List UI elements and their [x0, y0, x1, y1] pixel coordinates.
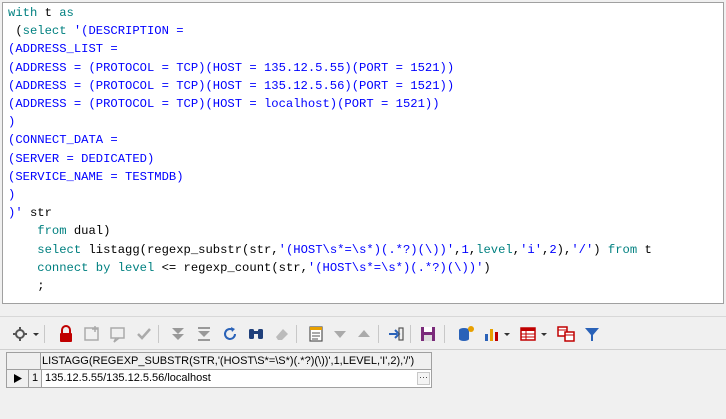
chart-icon[interactable]: [482, 324, 502, 344]
toolbar-separator: [158, 325, 159, 343]
table-view-icon[interactable]: [518, 324, 538, 344]
code-token: (: [8, 24, 23, 39]
code-line: (CONNECT_DATA =: [8, 131, 118, 149]
table-view-dropdown-icon[interactable]: [540, 327, 548, 341]
code-token: listagg(regexp_substr(str,: [81, 242, 279, 257]
grid-options-icon[interactable]: [10, 324, 30, 344]
code-line: (SERVER = DEDICATED): [8, 150, 154, 168]
grid-options-dropdown-icon[interactable]: [32, 327, 40, 341]
code-token: level: [476, 242, 513, 257]
compare-icon[interactable]: [556, 324, 576, 344]
current-row-indicator-icon: [7, 370, 29, 387]
save-icon[interactable]: [418, 324, 438, 344]
code-token: as: [59, 6, 74, 20]
code-token: (ADDRESS = (PROTOCOL = TCP)(HOST = 135.1…: [8, 78, 455, 93]
lock-icon[interactable]: [56, 324, 76, 344]
code-token: from: [607, 242, 638, 257]
row-number: 1: [29, 370, 42, 387]
code-line: (SERVICE_NAME = TESTMDB): [8, 168, 184, 186]
find-icon[interactable]: [246, 324, 266, 344]
code-token: t: [637, 242, 652, 257]
column-header[interactable]: LISTAGG(REGEXP_SUBSTR(STR,'(HOST\S*=\S*)…: [42, 354, 414, 369]
grid-header: LISTAGG(REGEXP_SUBSTR(STR,'(HOST\S*=\S*)…: [7, 353, 431, 370]
code-token: str: [22, 206, 52, 221]
table-row[interactable]: 1 135.12.5.55/135.12.5.56/localhost ···: [7, 370, 431, 387]
code-token: ): [483, 260, 491, 275]
chart-dropdown-icon[interactable]: [503, 327, 511, 341]
code-line: (ADDRESS = (PROTOCOL = TCP)(HOST = local…: [8, 95, 440, 113]
results-grid[interactable]: LISTAGG(REGEXP_SUBSTR(STR,'(HOST\S*=\S*)…: [6, 352, 432, 388]
results-toolbar: [0, 318, 726, 350]
code-token: '(HOST\s*=\s*)(.*?)(\))': [307, 260, 484, 275]
code-token: 2: [549, 242, 557, 257]
post-changes-icon[interactable]: [134, 324, 154, 344]
code-line: ): [8, 113, 15, 131]
cell-ellipsis-button[interactable]: ···: [417, 372, 430, 385]
code-token: (CONNECT_DATA =: [8, 133, 118, 148]
export-icon[interactable]: [386, 324, 406, 344]
result-cell[interactable]: 135.12.5.55/135.12.5.56/localhost: [43, 370, 417, 387]
filter-icon[interactable]: [582, 324, 602, 344]
code-token: t: [37, 6, 60, 20]
sql-editor[interactable]: with t as (select '(DESCRIPTION = (ADDRES…: [2, 2, 724, 304]
code-line: from dual): [8, 222, 110, 240]
clear-filter-icon[interactable]: [168, 324, 188, 344]
delete-record-icon[interactable]: [108, 324, 128, 344]
database-link-icon[interactable]: [456, 324, 476, 344]
code-token: (SERVER = DEDICATED): [8, 151, 155, 166]
code-line: (select '(DESCRIPTION =: [8, 22, 184, 40]
code-line: select listagg(regexp_substr(str,'(HOST\…: [8, 241, 652, 259]
code-token: '/': [571, 242, 594, 257]
code-line: ;: [8, 277, 45, 295]
query-by-example-icon[interactable]: [194, 324, 214, 344]
next-page-icon[interactable]: [330, 324, 350, 344]
code-token: select: [22, 24, 67, 39]
toolbar-separator: [444, 325, 445, 343]
toolbar-separator: [410, 325, 411, 343]
code-line: (ADDRESS = (PROTOCOL = TCP)(HOST = 135.1…: [8, 77, 454, 95]
code-token: )': [8, 206, 23, 221]
toolbar-separator: [44, 325, 45, 343]
code-token: ),: [556, 242, 572, 257]
code-token: '(DESCRIPTION =: [66, 24, 184, 39]
code-token: ): [8, 188, 16, 202]
code-token: ,: [512, 242, 521, 257]
code-token: with: [8, 6, 38, 20]
code-line: ): [8, 186, 15, 204]
toolbar-separator: [378, 325, 379, 343]
code-token: select: [37, 242, 82, 257]
code-token: ): [8, 115, 16, 130]
code-line: with t as: [8, 4, 74, 22]
code-token: '(HOST\s*=\s*)(.*?)(\))': [278, 242, 455, 257]
single-record-view-icon[interactable]: [306, 324, 326, 344]
code-line: (ADDRESS_LIST =: [8, 40, 118, 58]
code-line: connect by level <= regexp_count(str,'(H…: [8, 259, 491, 277]
code-token: (ADDRESS_LIST =: [8, 42, 118, 57]
eraser-icon[interactable]: [272, 324, 292, 344]
insert-record-icon[interactable]: [82, 324, 102, 344]
grid-corner-cell[interactable]: [7, 353, 41, 369]
code-token: (ADDRESS = (PROTOCOL = TCP)(HOST = local…: [8, 97, 440, 111]
toolbar-separator: [296, 325, 297, 343]
code-token: ;: [8, 279, 45, 293]
code-token: ,: [454, 242, 462, 257]
splitter-bar[interactable]: [0, 305, 726, 317]
code-line: )' str: [8, 204, 52, 222]
code-token: (SERVICE_NAME = TESTMDB): [8, 169, 184, 184]
code-token: connect by level: [37, 260, 155, 275]
code-line: (ADDRESS = (PROTOCOL = TCP)(HOST = 135.1…: [8, 59, 454, 77]
code-token: from: [37, 224, 67, 239]
code-token: 'i': [520, 242, 543, 257]
code-token: 1: [461, 242, 469, 257]
code-token: dual): [66, 224, 111, 239]
code-token: <= regexp_count(str,: [154, 260, 308, 275]
code-token: ): [593, 242, 608, 257]
previous-page-icon[interactable]: [354, 324, 374, 344]
refresh-icon[interactable]: [220, 324, 240, 344]
code-token: (ADDRESS = (PROTOCOL = TCP)(HOST = 135.1…: [8, 60, 455, 75]
